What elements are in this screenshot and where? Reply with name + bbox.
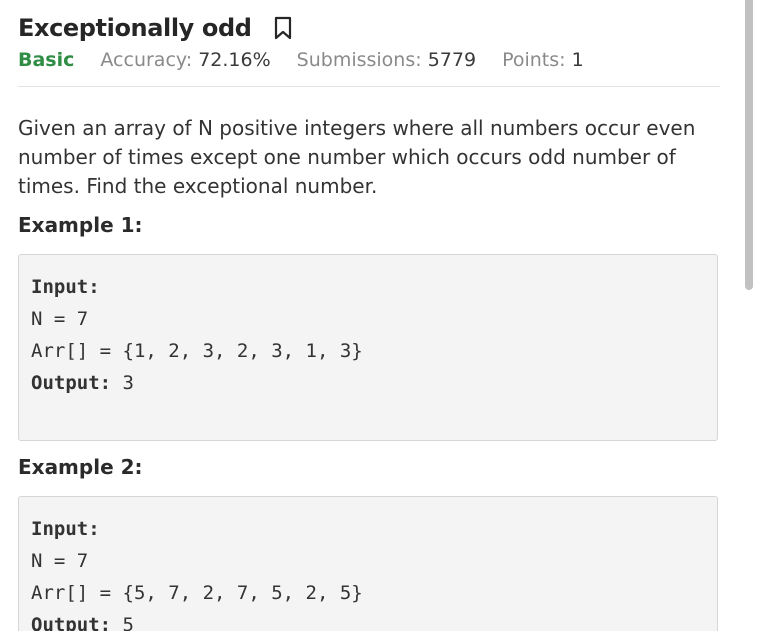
- example-2-input-label: Input:: [31, 518, 100, 540]
- bookmark-icon[interactable]: [272, 15, 294, 41]
- header-divider: [18, 86, 720, 87]
- problem-title: Exceptionally odd: [18, 14, 252, 42]
- problem-description: Given an array of N positive integers wh…: [18, 116, 696, 198]
- problem-meta: Basic Accuracy: 72.16% Submissions: 5779…: [18, 46, 610, 74]
- points-label: Points:: [502, 49, 566, 71]
- example-1-arr-line: Arr[] = {1, 2, 3, 2, 3, 1, 3}: [31, 340, 363, 362]
- accuracy-label: Accuracy:: [100, 49, 193, 71]
- example-1-n-line: N = 7: [31, 308, 89, 330]
- title-row: Exceptionally odd: [18, 10, 294, 46]
- points-value: 1: [571, 49, 584, 71]
- accuracy-value: 72.16%: [198, 49, 271, 71]
- example-2-arr-line: Arr[] = {5, 7, 2, 7, 5, 2, 5}: [31, 582, 363, 604]
- example-1-heading: Example 1:: [18, 213, 143, 237]
- example-2-output-line: Output: 5: [31, 609, 705, 631]
- submissions-stat: Submissions: 5779: [297, 49, 476, 71]
- scrollbar[interactable]: [743, 0, 757, 631]
- difficulty-badge: Basic: [18, 49, 75, 71]
- example-1-output-line: Output: 3: [31, 367, 705, 399]
- example-2-output-value: 5: [111, 614, 134, 631]
- accuracy-stat: Accuracy: 72.16%: [100, 49, 270, 71]
- example-2-output-label: Output:: [31, 614, 112, 631]
- example-1-output-value: 3: [111, 372, 134, 394]
- example-1-input-label: Input:: [31, 276, 100, 298]
- example-2-n-line: N = 7: [31, 550, 89, 572]
- submissions-label: Submissions:: [296, 49, 422, 71]
- points-stat: Points: 1: [502, 49, 584, 71]
- example-1-output-label: Output:: [31, 372, 112, 394]
- scrollbar-thumb[interactable]: [745, 0, 753, 290]
- example-2-box: Input: N = 7 Arr[] = {5, 7, 2, 7, 5, 2, …: [18, 496, 718, 631]
- example-1-box: Input: N = 7 Arr[] = {1, 2, 3, 2, 3, 1, …: [18, 254, 718, 441]
- example-2-heading: Example 2:: [18, 455, 143, 479]
- submissions-value: 5779: [427, 49, 477, 71]
